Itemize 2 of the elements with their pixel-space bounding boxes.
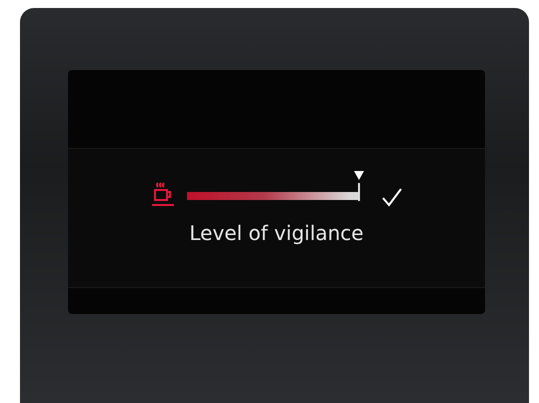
coffee-cup-icon (150, 181, 176, 207)
vigilance-label: Level of vigilance (189, 221, 364, 245)
